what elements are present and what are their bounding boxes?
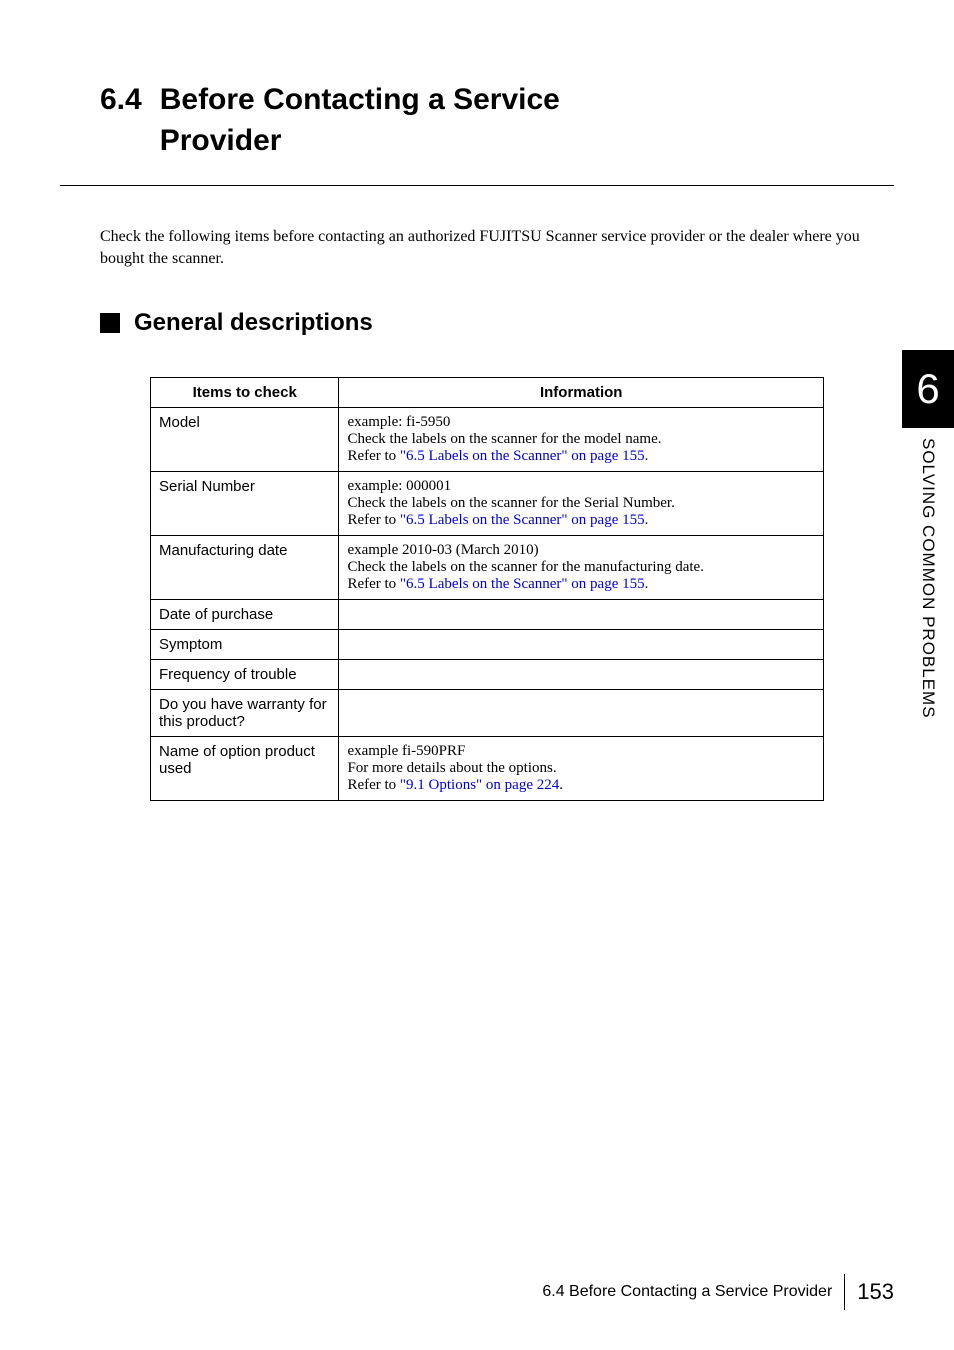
table-row: Symptom [151, 629, 824, 659]
row-info: example: 000001 Check the labels on the … [339, 471, 824, 535]
info-line2: For more details about the options. [347, 760, 556, 776]
section-title: 6.4Before Contacting a Service 6.4Provid… [100, 80, 894, 161]
row-label: Manufacturing date [151, 535, 339, 599]
sub-heading: General descriptions [100, 309, 894, 337]
table-header-items: Items to check [151, 377, 339, 407]
info-line2: Check the labels on the scanner for the … [347, 495, 674, 511]
checklist-table: Items to check Information Model example… [150, 377, 824, 801]
row-info-empty [339, 599, 824, 629]
row-label: Do you have warranty for this product? [151, 689, 339, 736]
chapter-title-tab: SOLVING COMMON PROBLEMS [918, 438, 938, 719]
row-info: example fi-590PRF For more details about… [339, 736, 824, 800]
table-header-info: Information [339, 377, 824, 407]
page-footer: 6.4 Before Contacting a Service Provider… [542, 1274, 894, 1310]
table-row: Serial Number example: 000001 Check the … [151, 471, 824, 535]
table-row: Do you have warranty for this product? [151, 689, 824, 736]
info-suffix: . [645, 512, 649, 528]
info-prefix: Refer to [347, 512, 399, 528]
intro-text: Check the following items before contact… [100, 226, 894, 271]
section-title-line1: Before Contacting a Service [160, 83, 560, 116]
row-info: example: fi-5950 Check the labels on the… [339, 407, 824, 471]
section-title-line2: Provider [160, 124, 282, 157]
table-row: Frequency of trouble [151, 659, 824, 689]
info-prefix: Refer to [347, 777, 399, 793]
table-container: Items to check Information Model example… [150, 377, 824, 801]
cross-ref-link[interactable]: "9.1 Options" on page 224 [400, 777, 559, 793]
row-label: Date of purchase [151, 599, 339, 629]
row-label: Frequency of trouble [151, 659, 339, 689]
cross-ref-link[interactable]: "6.5 Labels on the Scanner" on page 155 [400, 512, 645, 528]
row-info-empty [339, 659, 824, 689]
cross-ref-link[interactable]: "6.5 Labels on the Scanner" on page 155 [400, 448, 645, 464]
row-info-empty [339, 629, 824, 659]
section-number: 6.4 [100, 80, 142, 121]
row-info-empty [339, 689, 824, 736]
info-prefix: Refer to [347, 576, 399, 592]
table-row: Model example: fi-5950 Check the labels … [151, 407, 824, 471]
info-line1: example: fi-5950 [347, 414, 450, 430]
row-label: Model [151, 407, 339, 471]
row-label: Symptom [151, 629, 339, 659]
info-suffix: . [559, 777, 563, 793]
info-line2: Check the labels on the scanner for the … [347, 431, 661, 447]
table-row: Manufacturing date example 2010-03 (Marc… [151, 535, 824, 599]
footer-divider [844, 1274, 845, 1310]
table-row: Name of option product used example fi-5… [151, 736, 824, 800]
side-tab: 6 SOLVING COMMON PROBLEMS [902, 350, 954, 719]
info-line2: Check the labels on the scanner for the … [347, 559, 704, 575]
page-number: 153 [857, 1279, 894, 1305]
sub-heading-text: General descriptions [134, 309, 373, 337]
row-label: Serial Number [151, 471, 339, 535]
info-line1: example fi-590PRF [347, 743, 465, 759]
table-header-row: Items to check Information [151, 377, 824, 407]
table-row: Date of purchase [151, 599, 824, 629]
section-divider [60, 185, 894, 186]
footer-text: 6.4 Before Contacting a Service Provider [542, 1283, 832, 1301]
info-prefix: Refer to [347, 448, 399, 464]
chapter-number-tab: 6 [902, 350, 954, 428]
info-line1: example 2010-03 (March 2010) [347, 542, 538, 558]
info-line1: example: 000001 [347, 478, 451, 494]
row-info: example 2010-03 (March 2010) Check the l… [339, 535, 824, 599]
cross-ref-link[interactable]: "6.5 Labels on the Scanner" on page 155 [400, 576, 645, 592]
bullet-icon [100, 313, 120, 333]
info-suffix: . [645, 576, 649, 592]
row-label: Name of option product used [151, 736, 339, 800]
info-suffix: . [645, 448, 649, 464]
